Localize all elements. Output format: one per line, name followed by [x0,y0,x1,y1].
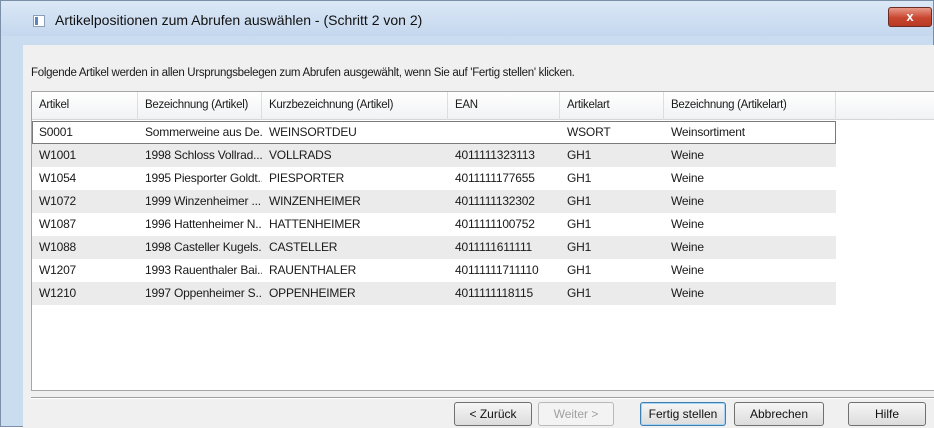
dialog-window: Artikelpositionen zum Abrufen auswählen … [0,0,934,428]
table-row[interactable]: W1210 1997 Oppenheimer S... OPPENHEIMER … [32,282,836,305]
cell-kurzbezeichnung: CASTELLER [269,240,338,254]
list-header: Artikel Bezeichnung (Artikel) Kurzbezeic… [32,92,934,120]
cell-bezeichnung-artikelart: Weine [671,263,704,277]
footer-separator [31,397,934,399]
cell-artikel: W1210 [39,286,77,300]
column-header-artikelart[interactable]: Artikelart [560,92,664,120]
cell-bezeichnung-artikelart: Weine [671,194,704,208]
cell-bezeichnung-artikelart: Weine [671,148,704,162]
cell-artikelart: GH1 [567,194,592,208]
cell-bezeichnung: 1995 Piesporter Goldt... [145,171,262,185]
cell-bezeichnung-artikelart: Weine [671,171,704,185]
cell-kurzbezeichnung: PIESPORTER [269,171,345,185]
cell-bezeichnung: 1998 Schloss Vollrad... [145,148,262,162]
finish-button[interactable]: Fertig stellen [640,402,726,426]
cell-artikelart: GH1 [567,240,592,254]
table-row[interactable]: W1054 1995 Piesporter Goldt... PIESPORTE… [32,167,836,190]
cell-artikelart: GH1 [567,171,592,185]
cell-kurzbezeichnung: HATTENHEIMER [269,217,361,231]
table-row[interactable]: W1087 1996 Hattenheimer N... HATTENHEIME… [32,213,836,236]
article-list[interactable]: Artikel Bezeichnung (Artikel) Kurzbezeic… [31,91,934,391]
app-icon [33,15,45,27]
cell-bezeichnung: 1997 Oppenheimer S... [145,286,262,300]
cell-bezeichnung: 1999 Winzenheimer ... [145,194,261,208]
column-header-ean[interactable]: EAN [448,92,560,120]
cell-ean: 4011111177655 [455,171,535,185]
cell-kurzbezeichnung: RAUENTHALER [269,263,357,277]
cell-ean: 4011111611111 [455,240,533,254]
table-row[interactable]: W1001 1998 Schloss Vollrad... VOLLRADS 4… [32,144,836,167]
cell-bezeichnung: Sommerweine aus De... [145,125,262,139]
cell-artikel: W1088 [39,240,77,254]
cell-kurzbezeichnung: WINZENHEIMER [269,194,361,208]
table-row[interactable]: W1207 1993 Rauenthaler Bai... RAUENTHALE… [32,259,836,282]
table-row[interactable]: W1072 1999 Winzenheimer ... WINZENHEIMER… [32,190,836,213]
column-header-bezeichnung[interactable]: Bezeichnung (Artikel) [138,92,262,120]
back-button[interactable]: < Zurück [454,402,532,426]
cell-artikel: W1001 [39,148,77,162]
column-header-bezeichnung-artikelart[interactable]: Bezeichnung (Artikelart) [664,92,836,120]
next-button[interactable]: Weiter > [538,402,614,426]
close-button[interactable]: x [888,7,932,27]
cell-artikelart: GH1 [567,286,592,300]
cell-artikelart: GH1 [567,217,592,231]
cell-ean: 40111111711110 [455,263,539,277]
column-header-artikel[interactable]: Artikel [32,92,138,120]
dialog-content: Folgende Artikel werden in allen Ursprun… [23,45,934,428]
table-row[interactable]: W1088 1998 Casteller Kugels... CASTELLER… [32,236,836,259]
cell-kurzbezeichnung: OPPENHEIMER [269,286,356,300]
cancel-button[interactable]: Abbrechen [734,402,824,426]
cell-ean: 4011111118115 [455,286,533,300]
column-header-kurzbezeichnung[interactable]: Kurzbezeichnung (Artikel) [262,92,448,120]
cell-artikelart: WSORT [567,125,611,139]
cell-kurzbezeichnung: WEINSORTDEU [269,125,357,139]
cell-bezeichnung: 1993 Rauenthaler Bai... [145,263,262,277]
cell-artikel: W1072 [39,194,77,208]
cell-artikel: W1087 [39,217,77,231]
cell-bezeichnung-artikelart: Weinsortiment [671,125,745,139]
list-rows: S0001 Sommerweine aus De... WEINSORTDEU … [32,121,934,305]
cell-artikelart: GH1 [567,263,592,277]
cell-ean [448,121,560,144]
cell-bezeichnung: 1998 Casteller Kugels... [145,240,262,254]
window-title: Artikelpositionen zum Abrufen auswählen … [55,12,423,28]
help-button[interactable]: Hilfe [848,402,926,426]
title-bar[interactable]: Artikelpositionen zum Abrufen auswählen … [1,1,933,36]
cell-artikelart: GH1 [567,148,592,162]
cell-artikel: W1054 [39,171,77,185]
cell-kurzbezeichnung: VOLLRADS [269,148,332,162]
cell-ean: 4011111100752 [455,217,535,231]
table-row[interactable]: S0001 Sommerweine aus De... WEINSORTDEU … [32,121,836,144]
cell-bezeichnung: 1996 Hattenheimer N... [145,217,262,231]
cell-bezeichnung-artikelart: Weine [671,217,704,231]
cell-ean: 4011111323113 [455,148,535,162]
cell-artikel: W1207 [39,263,77,277]
cell-ean: 4011111132302 [455,194,535,208]
instruction-text: Folgende Artikel werden in allen Ursprun… [31,67,575,79]
cell-bezeichnung-artikelart: Weine [671,286,704,300]
cell-bezeichnung-artikelart: Weine [671,240,704,254]
cell-artikel: S0001 [39,125,73,139]
